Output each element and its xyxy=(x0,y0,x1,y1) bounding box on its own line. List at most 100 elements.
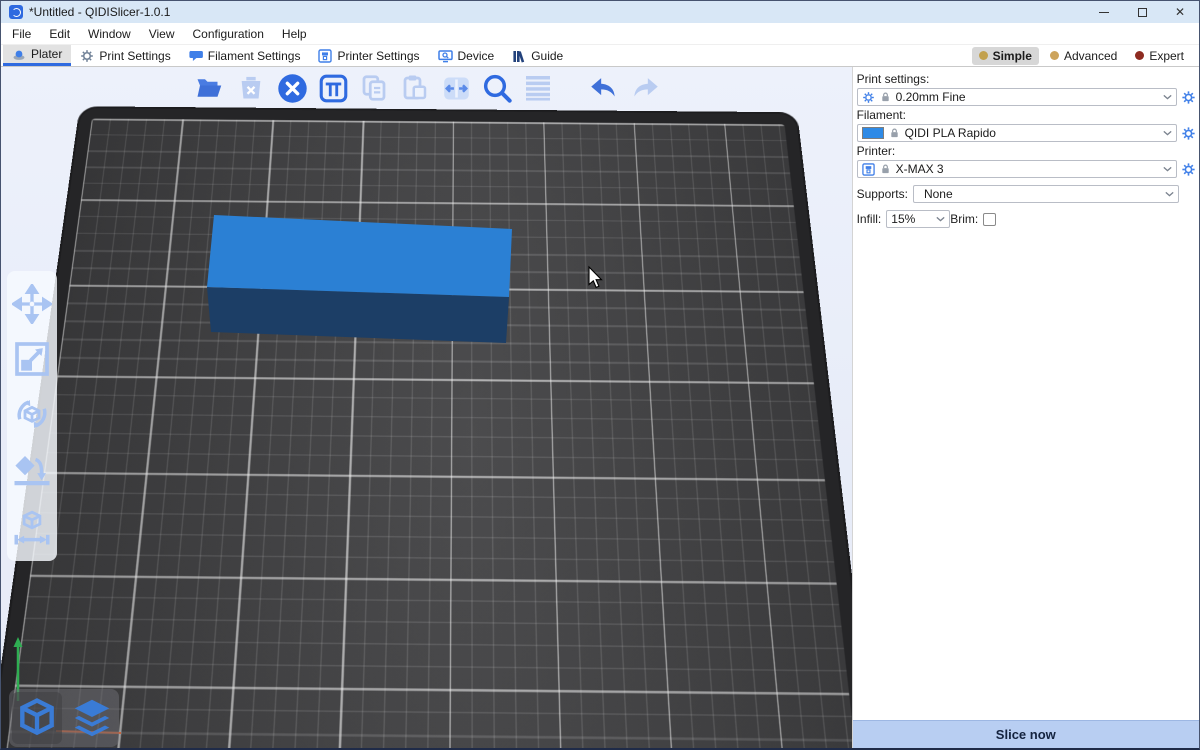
paste-icon xyxy=(400,73,430,103)
search-button[interactable] xyxy=(480,71,514,105)
window-title: *Untitled - QIDISlicer-1.0.1 xyxy=(29,5,170,19)
place-on-face-tool[interactable] xyxy=(11,449,53,491)
filament-value: QIDI PLA Rapido xyxy=(905,126,1158,140)
redo-button[interactable] xyxy=(628,71,662,105)
plater-toolbar xyxy=(193,71,662,105)
print-settings-value: 0.20mm Fine xyxy=(896,90,1158,104)
close-icon: ✕ xyxy=(1175,6,1185,18)
rotate-tool[interactable] xyxy=(11,393,53,435)
gear-icon xyxy=(1181,126,1196,141)
scale-icon xyxy=(12,339,52,379)
infill-label: Infill: xyxy=(857,212,882,226)
tab-guide[interactable]: Guide xyxy=(503,45,572,66)
simple-dot-icon xyxy=(979,51,988,60)
chevron-down-icon xyxy=(1165,191,1174,197)
copy-icon xyxy=(359,73,389,103)
menu-configuration[interactable]: Configuration xyxy=(184,25,273,43)
supports-value: None xyxy=(918,187,1160,201)
mode-label: Expert xyxy=(1149,49,1184,63)
split-icon xyxy=(441,73,472,104)
print-settings-label: Print settings: xyxy=(857,72,1197,86)
copy-button[interactable] xyxy=(357,71,391,105)
menu-edit[interactable]: Edit xyxy=(40,25,79,43)
3d-editor-cube-icon xyxy=(15,696,59,740)
print-settings-edit-button[interactable] xyxy=(1180,89,1197,106)
printer-select[interactable]: X-MAX 3 xyxy=(857,160,1177,178)
infill-select[interactable]: 15% xyxy=(886,210,950,228)
infill-value: 15% xyxy=(891,212,931,226)
mode-label: Advanced xyxy=(1064,49,1117,63)
variable-layer-height-button[interactable] xyxy=(521,71,555,105)
books-icon xyxy=(512,49,526,63)
open-button[interactable] xyxy=(193,71,227,105)
app-window: *Untitled - QIDISlicer-1.0.1 ✕ File Edit… xyxy=(0,0,1200,750)
measure-icon xyxy=(11,506,53,548)
layers-preview-icon xyxy=(69,695,115,741)
maximize-button[interactable] xyxy=(1123,1,1161,23)
minimize-button[interactable] xyxy=(1085,1,1123,23)
printer-value: X-MAX 3 xyxy=(896,162,1158,176)
expert-dot-icon xyxy=(1135,51,1144,60)
app-logo-icon xyxy=(9,5,23,19)
close-button[interactable]: ✕ xyxy=(1161,1,1199,23)
gear-icon xyxy=(862,91,875,104)
print-settings-select[interactable]: 0.20mm Fine xyxy=(857,88,1177,106)
undo-button[interactable] xyxy=(587,71,621,105)
tab-device[interactable]: Device xyxy=(429,45,504,66)
brim-checkbox[interactable] xyxy=(983,213,996,226)
slice-now-button[interactable]: Slice now xyxy=(853,720,1199,748)
mode-expert[interactable]: Expert xyxy=(1128,47,1191,65)
scale-tool[interactable] xyxy=(12,339,52,379)
3d-viewport[interactable] xyxy=(1,67,852,748)
lock-icon xyxy=(880,163,891,175)
menu-file[interactable]: File xyxy=(3,25,40,43)
print-bed[interactable] xyxy=(1,108,852,748)
move-tool[interactable] xyxy=(12,284,52,324)
mode-label: Simple xyxy=(993,49,1032,63)
tab-plater[interactable]: Plater xyxy=(3,45,71,66)
search-icon xyxy=(481,72,513,104)
arrange-icon xyxy=(318,73,349,104)
menu-view[interactable]: View xyxy=(140,25,184,43)
gear-icon xyxy=(1181,90,1196,105)
printer-edit-button[interactable] xyxy=(1180,161,1197,178)
paste-button[interactable] xyxy=(398,71,432,105)
measure-tool[interactable] xyxy=(11,506,53,548)
tab-print-settings[interactable]: Print Settings xyxy=(71,45,179,66)
arrange-button[interactable] xyxy=(316,71,350,105)
mode-simple[interactable]: Simple xyxy=(972,47,1039,65)
menu-help[interactable]: Help xyxy=(273,25,316,43)
delete-all-icon xyxy=(277,73,308,104)
tab-filament-settings[interactable]: Filament Settings xyxy=(180,45,310,66)
filament-edit-button[interactable] xyxy=(1180,125,1197,142)
place-on-face-icon xyxy=(11,449,53,491)
chevron-down-icon xyxy=(1163,94,1172,100)
filament-select[interactable]: QIDI PLA Rapido xyxy=(857,124,1177,142)
chevron-down-icon xyxy=(1163,166,1172,172)
lock-icon xyxy=(880,91,891,103)
tab-label: Filament Settings xyxy=(208,49,301,63)
gizmo-toolbar xyxy=(7,271,57,561)
delete-all-button[interactable] xyxy=(275,71,309,105)
open-folder-icon xyxy=(195,73,225,103)
mode-advanced[interactable]: Advanced xyxy=(1043,47,1124,65)
delete-button[interactable] xyxy=(234,71,268,105)
delete-trash-icon xyxy=(237,74,265,102)
tab-label: Guide xyxy=(531,49,563,63)
tab-printer-settings[interactable]: Printer Settings xyxy=(309,45,428,66)
split-button[interactable] xyxy=(439,71,473,105)
tab-label: Printer Settings xyxy=(337,49,419,63)
gear-icon xyxy=(1181,162,1196,177)
filament-color-swatch xyxy=(862,127,884,139)
supports-select[interactable]: None xyxy=(913,185,1179,203)
editor-view-button[interactable] xyxy=(12,692,62,744)
tab-label: Plater xyxy=(31,47,62,61)
preview-view-button[interactable] xyxy=(67,692,117,744)
printer-icon xyxy=(862,163,875,176)
menu-window[interactable]: Window xyxy=(79,25,140,43)
move-icon xyxy=(12,284,52,324)
brim-label: Brim: xyxy=(950,212,978,226)
maximize-icon xyxy=(1138,8,1147,17)
plater-icon xyxy=(12,47,26,61)
mode-switcher: Simple Advanced Expert xyxy=(972,45,1199,66)
